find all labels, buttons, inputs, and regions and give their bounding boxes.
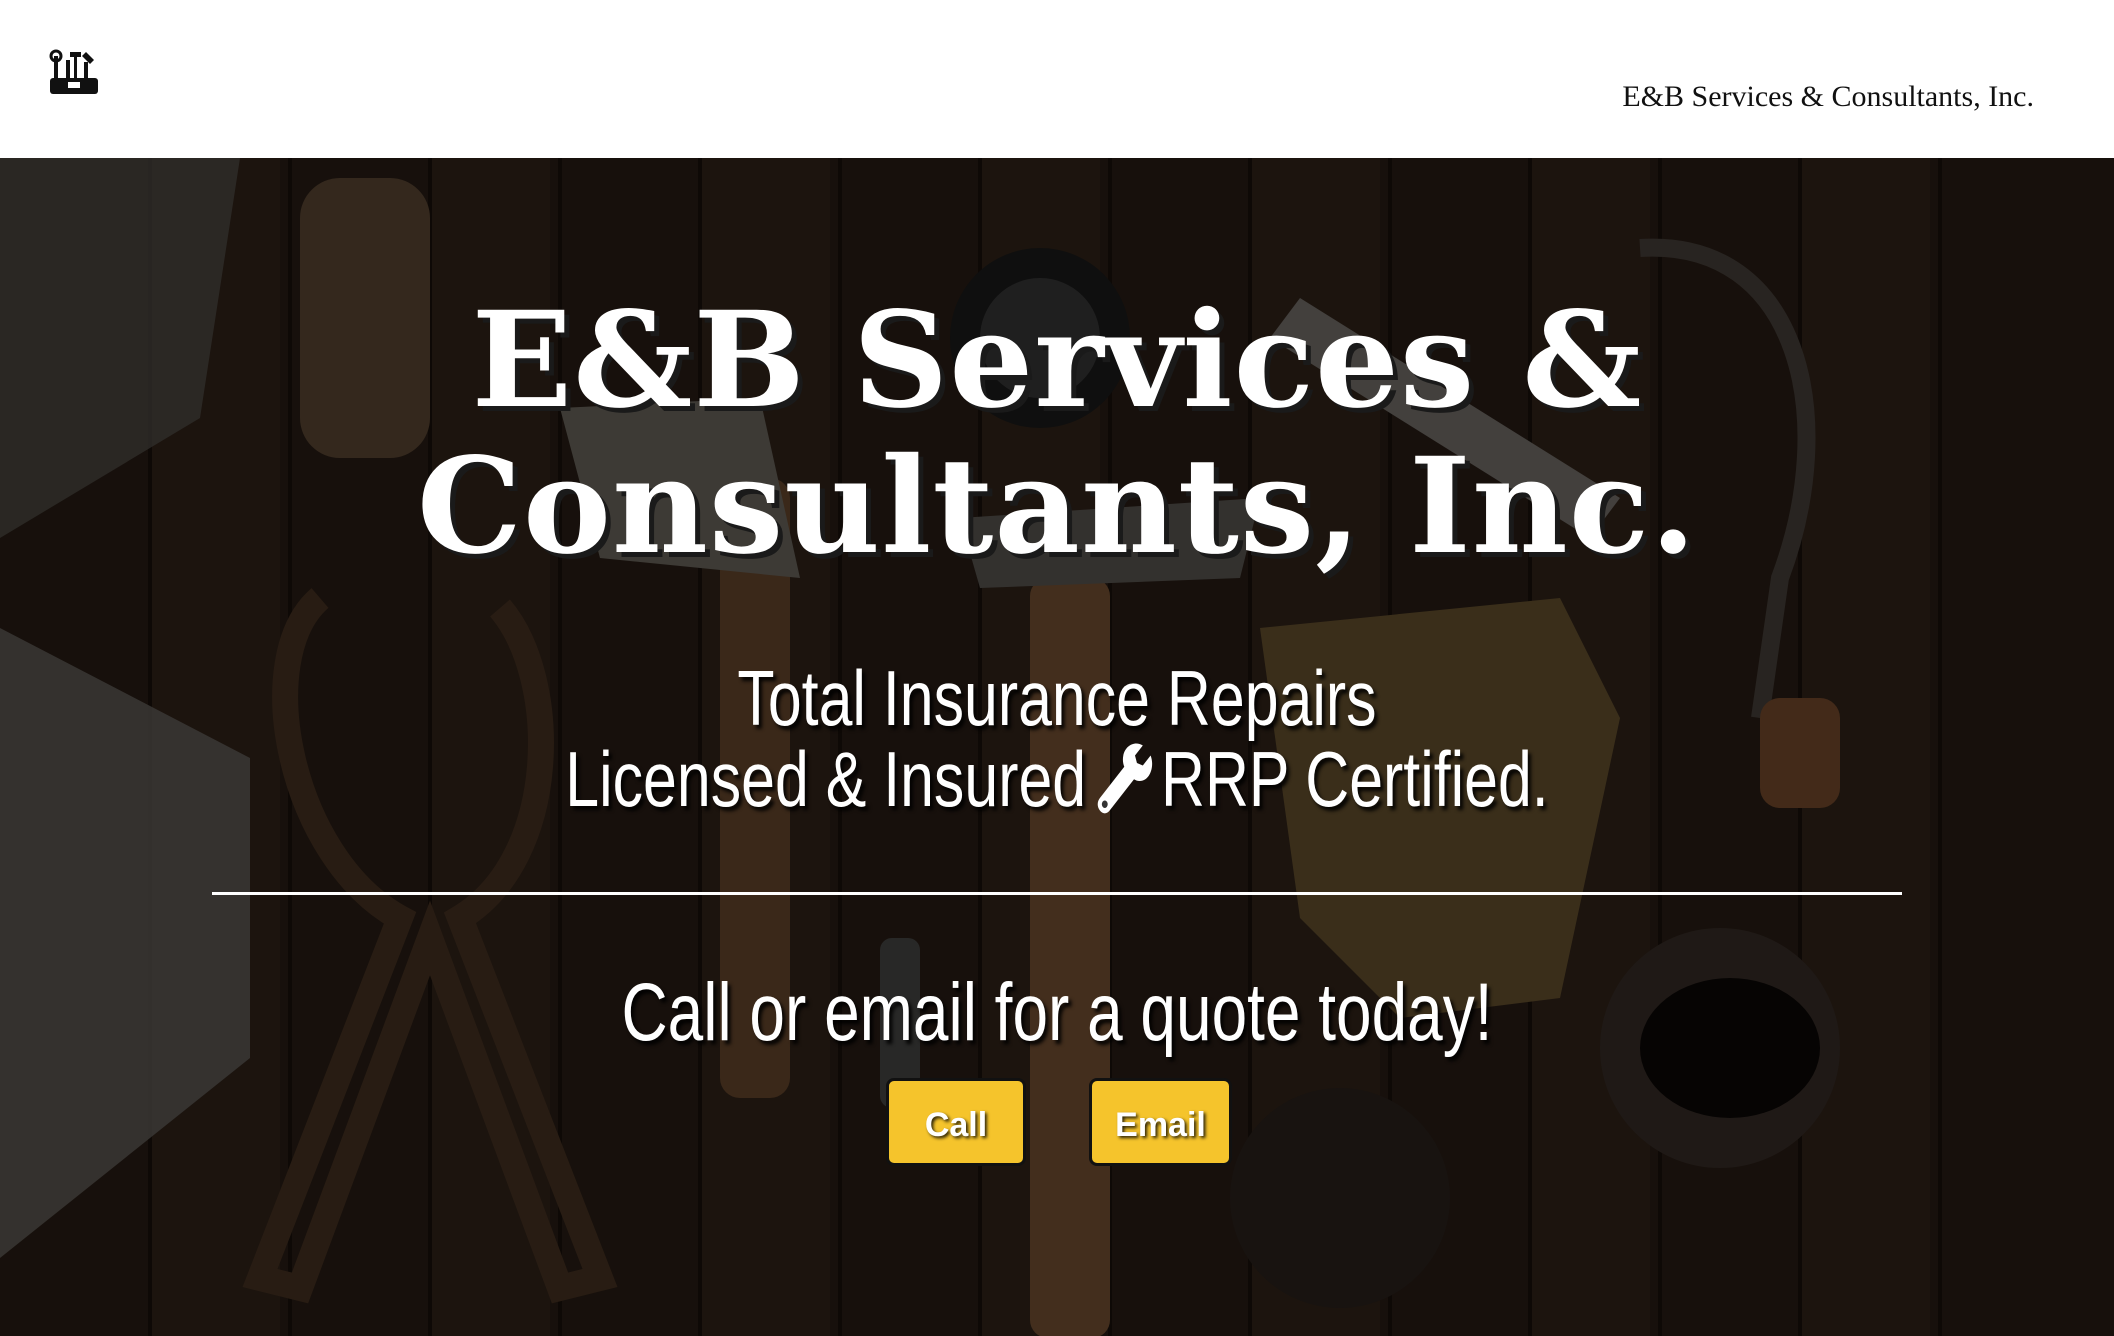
call-button[interactable]: Call: [886, 1078, 1026, 1166]
page: E&B Services & Consultants, Inc. E&B Ser…: [0, 0, 2114, 1336]
email-button[interactable]: Email: [1089, 1078, 1232, 1166]
tagline-line-1: Total Insurance Repairs: [737, 654, 1377, 742]
hero-tagline: Total Insurance Repairs Licensed & Insur…: [233, 658, 1882, 819]
wrench-icon: [1097, 743, 1153, 814]
brand-link[interactable]: E&B Services & Consultants, Inc.: [1622, 80, 2034, 114]
toolbox-logo-icon[interactable]: [44, 48, 104, 98]
licensed-insured-text: Licensed & Insured: [565, 735, 1087, 823]
hero-title: E&B Services & Consultants, Inc.: [416, 283, 1698, 584]
tagline-line-2: Licensed & Insured RRP Certified.: [233, 738, 1882, 819]
hero-divider: [212, 892, 1902, 895]
hero-section: E&B Services & Consultants, Inc. Total I…: [0, 158, 2114, 1336]
rrp-certified-text: RRP Certified.: [1161, 735, 1549, 823]
top-navigation-bar: E&B Services & Consultants, Inc.: [0, 0, 2114, 158]
hero-call-to-action: Call or email for a quote today!: [621, 967, 1493, 1058]
